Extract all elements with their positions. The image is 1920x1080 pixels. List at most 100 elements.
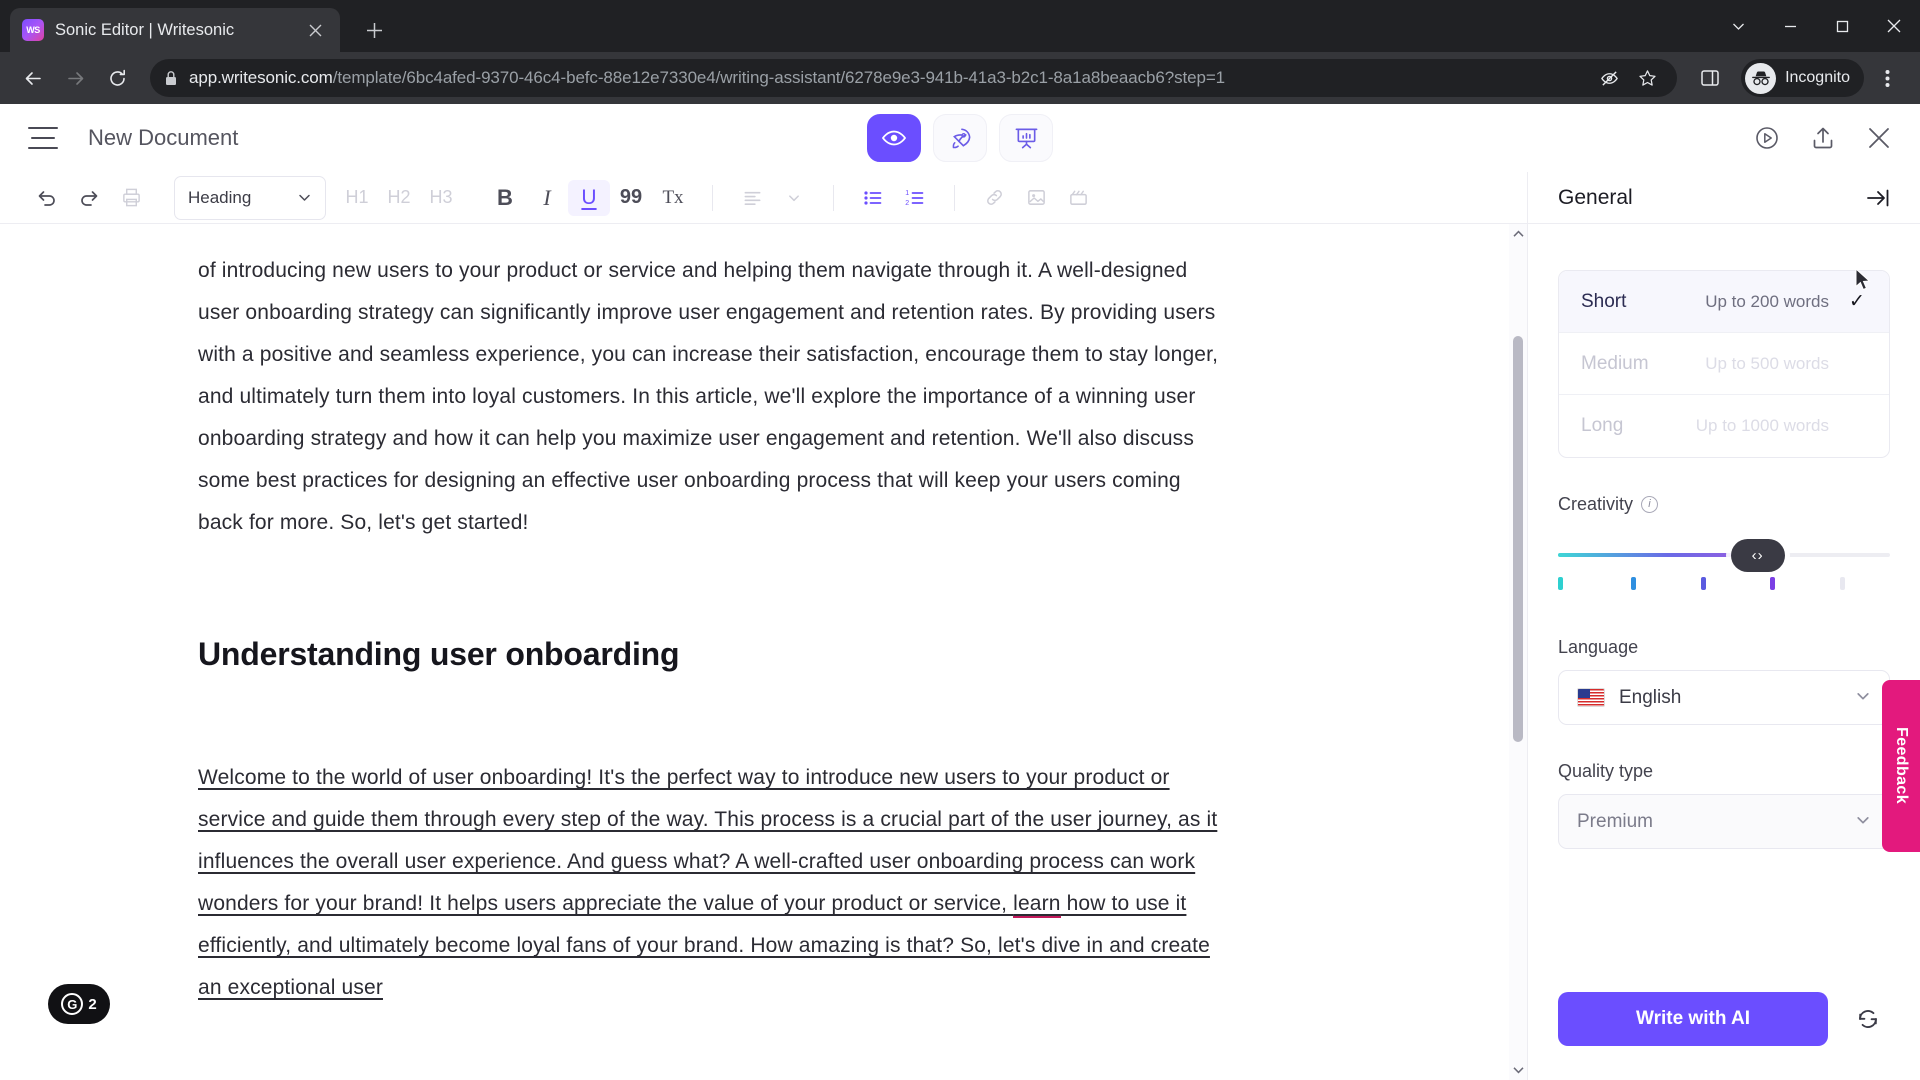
bold-button[interactable]: B bbox=[484, 180, 526, 216]
block-style-select[interactable]: Heading bbox=[174, 175, 326, 220]
write-with-ai-button[interactable]: Write with AI bbox=[1558, 992, 1828, 1046]
align-left-icon[interactable] bbox=[731, 180, 773, 216]
slider-handle-glyph: ‹› bbox=[1751, 547, 1764, 564]
profile-incognito-chip[interactable]: Incognito bbox=[1741, 59, 1864, 97]
length-option-medium[interactable]: Medium Up to 500 words bbox=[1559, 333, 1889, 395]
mode-presentation-button[interactable] bbox=[999, 114, 1053, 162]
print-icon[interactable] bbox=[110, 180, 152, 216]
chevron-down-icon bbox=[1855, 688, 1871, 707]
length-words: Up to 1000 words bbox=[1695, 416, 1829, 435]
star-icon[interactable] bbox=[1631, 62, 1663, 94]
document-page[interactable]: of introducing new users to your product… bbox=[198, 250, 1228, 1009]
length-label: Short bbox=[1581, 290, 1627, 312]
heading-understanding-user-onboarding[interactable]: Understanding user onboarding bbox=[198, 636, 1228, 673]
chevron-down-icon[interactable] bbox=[1712, 0, 1764, 52]
chevron-down-icon bbox=[299, 194, 310, 201]
window-close-icon[interactable] bbox=[1868, 0, 1920, 52]
h1-label: H1 bbox=[345, 187, 369, 207]
numbered-list-icon[interactable]: 12 bbox=[894, 180, 936, 216]
slider-tick-5 bbox=[1840, 577, 1846, 590]
redo-icon[interactable] bbox=[68, 180, 110, 216]
feedback-tab[interactable]: Feedback bbox=[1882, 680, 1920, 852]
underline-button[interactable]: U bbox=[568, 179, 610, 216]
length-words: Up to 500 words bbox=[1705, 353, 1829, 373]
paragraph-underlined[interactable]: Welcome to the world of user onboarding!… bbox=[198, 757, 1228, 1009]
paragraph-intro[interactable]: of introducing new users to your product… bbox=[198, 250, 1228, 544]
scrollbar-thumb[interactable] bbox=[1513, 336, 1523, 742]
eye-off-icon[interactable] bbox=[1593, 62, 1625, 94]
document-title[interactable]: New Document bbox=[88, 125, 238, 151]
quality-type-value: Premium bbox=[1577, 810, 1654, 832]
align-chevron-down-icon[interactable] bbox=[773, 180, 815, 216]
browser-tab[interactable]: WS Sonic Editor | Writesonic bbox=[10, 8, 340, 52]
tab-strip: WS Sonic Editor | Writesonic bbox=[0, 0, 1920, 52]
forward-arrow-icon[interactable] bbox=[56, 59, 94, 97]
slider-tick-1 bbox=[1558, 577, 1563, 590]
history-icon[interactable] bbox=[1750, 121, 1784, 155]
panel-footer: Write with AI bbox=[1528, 992, 1920, 1080]
mode-preview-button[interactable] bbox=[867, 114, 921, 162]
profile-label: Incognito bbox=[1785, 69, 1850, 86]
slider-handle[interactable]: ‹› bbox=[1730, 539, 1785, 572]
mode-boost-button[interactable] bbox=[933, 114, 987, 162]
address-bar: app.writesonic.com/template/6bc4afed-937… bbox=[0, 52, 1920, 104]
creativity-label-row: Creativity i bbox=[1558, 494, 1890, 515]
bullet-list-icon[interactable] bbox=[852, 180, 894, 216]
refresh-icon[interactable] bbox=[1846, 997, 1890, 1041]
heading-2-button[interactable]: H2 bbox=[378, 180, 420, 216]
link-icon[interactable] bbox=[973, 180, 1015, 216]
new-tab-button[interactable] bbox=[354, 10, 394, 50]
creativity-label: Creativity bbox=[1558, 494, 1634, 514]
scrollbar-track[interactable] bbox=[1509, 244, 1527, 1060]
hamburger-menu-icon[interactable] bbox=[28, 127, 58, 149]
mode-switcher bbox=[867, 114, 1053, 162]
browser-chrome: WS Sonic Editor | Writesonic app.writeso… bbox=[0, 0, 1920, 104]
collapse-panel-icon[interactable] bbox=[1866, 187, 1890, 209]
quote-label: 99 bbox=[619, 186, 643, 208]
grammarly-badge[interactable]: G 2 bbox=[48, 984, 110, 1024]
grammarly-icon: G bbox=[61, 993, 84, 1015]
maximize-icon[interactable] bbox=[1816, 0, 1868, 52]
italic-button[interactable]: I bbox=[526, 180, 568, 216]
language-label: Language bbox=[1558, 637, 1639, 657]
info-icon[interactable]: i bbox=[1641, 496, 1659, 513]
length-words: Up to 200 words bbox=[1705, 291, 1829, 311]
panel-title: General bbox=[1558, 185, 1633, 209]
header-actions bbox=[1750, 121, 1896, 155]
writesonic-favicon-icon: WS bbox=[22, 19, 44, 41]
share-icon[interactable] bbox=[1806, 121, 1840, 155]
clear-format-button[interactable]: Tx bbox=[652, 180, 694, 216]
tab-close-icon[interactable] bbox=[302, 17, 328, 43]
document-scroll-area[interactable]: of introducing new users to your product… bbox=[0, 224, 1527, 1080]
window-controls bbox=[1712, 0, 1920, 52]
heading-3-button[interactable]: H3 bbox=[420, 180, 462, 216]
blockquote-button[interactable]: 99 bbox=[610, 180, 652, 216]
reload-icon[interactable] bbox=[98, 59, 136, 97]
undo-icon[interactable] bbox=[26, 180, 68, 216]
omnibox-icons bbox=[1593, 62, 1663, 94]
clear-format-label: Tx bbox=[662, 186, 684, 208]
toolbar-divider-2 bbox=[833, 184, 834, 211]
document-body: of introducing new users to your product… bbox=[0, 224, 1527, 1080]
document-scrollbar[interactable] bbox=[1509, 224, 1527, 1080]
editor-column: Heading H1 H2 H3 B I U 99 Tx 1 2 of intr… bbox=[0, 172, 1528, 1080]
creativity-slider[interactable]: ‹› bbox=[1558, 539, 1890, 601]
video-icon[interactable] bbox=[1057, 180, 1099, 216]
back-arrow-icon[interactable] bbox=[14, 59, 52, 97]
heading-1-button[interactable]: H1 bbox=[336, 180, 378, 216]
scroll-down-arrow-icon[interactable] bbox=[1512, 1060, 1524, 1080]
minimize-icon[interactable] bbox=[1764, 0, 1816, 52]
language-select[interactable]: English bbox=[1558, 670, 1890, 725]
url-bar[interactable]: app.writesonic.com/template/6bc4afed-937… bbox=[150, 59, 1678, 97]
close-editor-icon[interactable] bbox=[1862, 121, 1896, 155]
quality-type-select[interactable]: Premium bbox=[1558, 794, 1890, 849]
misspelled-word[interactable]: learn bbox=[1013, 892, 1061, 918]
three-dot-menu-icon[interactable] bbox=[1868, 59, 1906, 97]
length-option-list: Short Up to 200 words ✓ Medium Up to 500… bbox=[1558, 270, 1890, 458]
image-icon[interactable] bbox=[1015, 180, 1057, 216]
mouse-cursor bbox=[1855, 267, 1872, 297]
scroll-up-arrow-icon[interactable] bbox=[1512, 224, 1524, 244]
side-panel-icon[interactable] bbox=[1691, 59, 1729, 97]
length-option-long[interactable]: Long Up to 1000 words bbox=[1559, 395, 1889, 457]
length-option-short[interactable]: Short Up to 200 words ✓ bbox=[1559, 271, 1889, 333]
